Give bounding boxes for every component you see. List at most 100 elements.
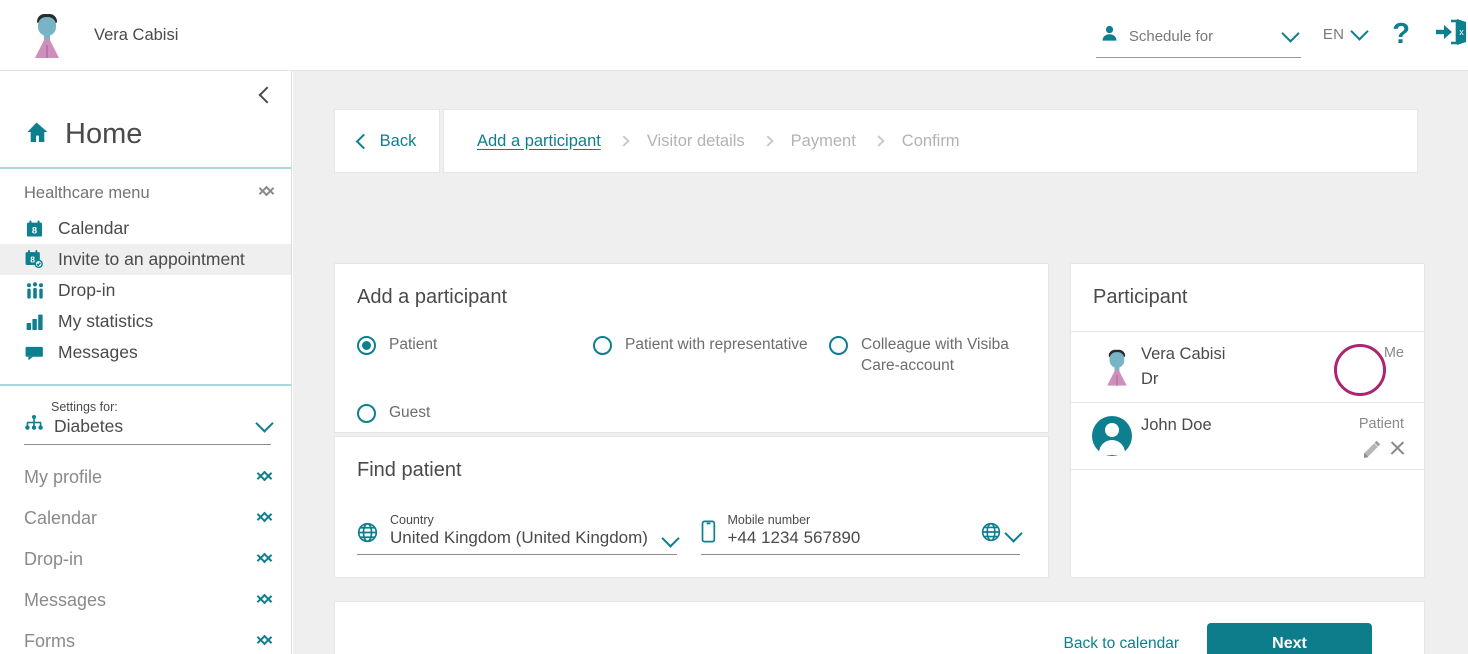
chevron-left-icon [355, 133, 371, 149]
country-value: United Kingdom (United Kingdom) [390, 528, 648, 547]
expand-collapse-icon [258, 468, 271, 488]
healthcare-menu-title: Healthcare menu [24, 183, 150, 202]
mobile-number-value[interactable]: +44 1234 567890 [728, 528, 861, 547]
radio-button-icon[interactable] [593, 336, 612, 355]
step-payment[interactable]: Payment [791, 132, 856, 151]
main-content: Back Add a participant Visitor details P… [293, 71, 1468, 654]
back-to-calendar-link[interactable]: Back to calendar [1064, 635, 1179, 653]
participant-subtitle: Dr [1141, 370, 1159, 388]
globe-icon [981, 522, 1001, 547]
logout-button[interactable]: x [1434, 17, 1468, 52]
mobile-phone-icon [701, 520, 716, 548]
settings-for-value: Diabetes [54, 415, 124, 436]
step-visitor-details[interactable]: Visitor details [647, 132, 745, 151]
country-select[interactable]: Country United Kingdom (United Kingdom) [357, 513, 680, 555]
calendar-icon: 8 [24, 220, 45, 238]
svg-text:8: 8 [30, 254, 35, 264]
radio-label: Guest [389, 403, 431, 421]
sidebar-item-my-statistics[interactable]: My statistics [0, 306, 291, 337]
healthcare-menu-header[interactable]: Healthcare menu [0, 169, 291, 213]
expand-collapse-icon [258, 591, 271, 611]
sidebar-accordion-messages[interactable]: Messages [0, 580, 291, 621]
chevron-down-icon[interactable] [660, 529, 680, 548]
radio-button-icon[interactable] [357, 403, 376, 423]
close-x-icon[interactable] [1389, 440, 1406, 457]
user-figure-avatar [26, 12, 68, 58]
chevron-right-icon [618, 135, 630, 147]
svg-text:x: x [1459, 27, 1464, 37]
chevron-down-icon [1004, 523, 1023, 543]
sidebar: Home Healthcare menu 8 Calendar 8 Invite… [0, 71, 292, 654]
sidebar-accordion-forms[interactable]: Forms [0, 621, 291, 654]
participant-type-radio-group: Patient Patient with representative Coll… [357, 335, 1020, 424]
sidebar-item-messages[interactable]: Messages [0, 337, 291, 368]
country-label: Country [390, 513, 434, 527]
sidebar-item-home[interactable]: Home [0, 118, 291, 167]
participant-role-badge: Patient [1358, 416, 1404, 432]
chevron-collapse-icon [260, 183, 273, 203]
calendar-check-icon: 8 [24, 250, 45, 269]
next-button[interactable]: Next [1207, 622, 1372, 654]
participant-role-badge: Me [1383, 345, 1404, 361]
people-queue-icon [24, 281, 45, 300]
mobile-country-picker[interactable] [981, 522, 1023, 547]
settings-for-select[interactable]: Diabetes [24, 413, 274, 445]
expand-collapse-icon [258, 509, 271, 529]
accordion-label: Messages [24, 590, 107, 610]
sidebar-item-drop-in[interactable]: Drop-in [0, 275, 291, 306]
radio-button-icon[interactable] [829, 336, 848, 355]
country-field-body: Country United Kingdom (United Kingdom) [390, 513, 652, 548]
avatar [1089, 345, 1135, 386]
sidebar-item-label: Messages [58, 342, 138, 362]
schedule-for-label: Schedule for [1128, 27, 1214, 45]
sidebar-item-calendar[interactable]: 8 Calendar [0, 213, 291, 244]
step-confirm[interactable]: Confirm [902, 132, 960, 151]
radio-button-icon[interactable] [357, 336, 376, 355]
chevron-down-icon [1350, 21, 1369, 41]
sidebar-accordion-calendar[interactable]: Calendar [0, 498, 291, 539]
wizard-header: Back Add a participant Visitor details P… [334, 109, 1418, 173]
add-participant-card: Add a participant Patient Patient with r… [334, 263, 1049, 433]
participant-row-actions [1362, 439, 1406, 458]
bar-chart-icon [24, 313, 45, 331]
participant-row-john-doe: John Doe Patient [1071, 403, 1424, 470]
pencil-icon[interactable] [1362, 439, 1381, 458]
find-patient-card: Find patient Country United Kingdom (Uni… [334, 436, 1049, 578]
header-user-name: Vera Cabisi [94, 25, 179, 44]
help-button[interactable]: ? [1392, 19, 1410, 49]
mobile-number-input[interactable]: Mobile number +44 1234 567890 [700, 513, 1023, 555]
home-icon [24, 120, 49, 149]
radio-option-patient-with-representative[interactable]: Patient with representative [593, 335, 829, 377]
globe-icon [357, 522, 378, 548]
wizard-footer: Back to calendar Next [334, 601, 1425, 654]
radio-option-guest[interactable]: Guest [357, 403, 593, 424]
add-participant-title: Add a participant [357, 286, 508, 308]
participant-info: John Doe [1135, 416, 1359, 435]
participant-info: Vera Cabisi Dr [1135, 345, 1384, 389]
radio-label: Colleague with Visiba Care-account [861, 336, 1009, 374]
back-button[interactable]: Back [334, 109, 440, 173]
sidebar-item-label: Calendar [58, 218, 130, 238]
org-tree-icon [24, 415, 44, 437]
breadcrumb: Add a participant Visitor details Paymen… [443, 109, 1418, 173]
brand-user: Vera Cabisi [0, 12, 178, 58]
sidebar-item-invite-to-an-appointment[interactable]: 8 Invite to an appointment [0, 244, 291, 275]
radio-option-colleague-with-visiba-care-account[interactable]: Colleague with Visiba Care-account [829, 335, 1019, 377]
sidebar-collapse-button[interactable] [0, 71, 291, 118]
sidebar-accordion-my-profile[interactable]: My profile [0, 457, 291, 498]
step-add-a-participant[interactable]: Add a participant [477, 132, 601, 151]
language-select[interactable]: EN [1322, 21, 1369, 43]
chevron-right-icon [762, 135, 774, 147]
radio-option-patient[interactable]: Patient [357, 335, 593, 377]
participant-name: John Doe [1141, 416, 1212, 434]
radio-label: Patient [389, 336, 438, 353]
svg-text:8: 8 [32, 225, 37, 236]
participant-row-vera-cabisi: Vera Cabisi Dr Me [1071, 332, 1424, 403]
chevron-down-icon [1281, 23, 1300, 43]
schedule-for-select[interactable]: Schedule for [1095, 23, 1301, 58]
accordion-label: Calendar [24, 508, 98, 528]
back-button-label: Back [379, 131, 417, 150]
sidebar-accordion-drop-in[interactable]: Drop-in [0, 539, 291, 580]
mobile-field-body: Mobile number +44 1234 567890 [728, 513, 970, 548]
language-label: EN [1322, 25, 1345, 43]
